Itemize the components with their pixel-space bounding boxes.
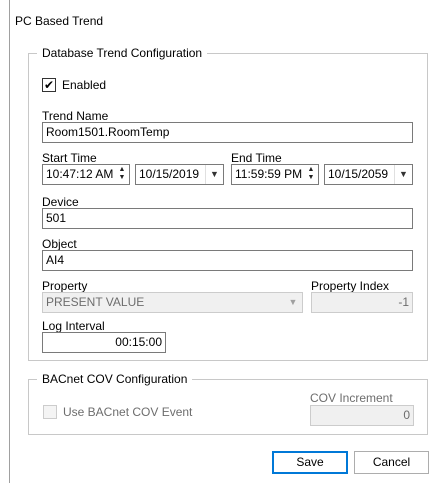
chevron-down-icon[interactable]: ▼ bbox=[284, 293, 302, 312]
log-interval-input[interactable]: 00:15:00 bbox=[42, 332, 166, 353]
start-time-input[interactable]: 10:47:12 AM ▲ ▼ bbox=[42, 164, 130, 185]
end-time-input[interactable]: 11:59:59 PM ▲ ▼ bbox=[231, 164, 319, 185]
end-time-label: End Time bbox=[231, 151, 282, 165]
start-date-picker[interactable]: 10/15/2019 ▼ bbox=[135, 164, 224, 185]
end-time-spinner[interactable]: ▲ ▼ bbox=[305, 166, 317, 183]
database-trend-legend: Database Trend Configuration bbox=[42, 46, 203, 60]
property-index-input[interactable]: -1 bbox=[311, 292, 413, 313]
end-date-picker[interactable]: 10/15/2059 ▼ bbox=[324, 164, 413, 185]
spin-down-icon[interactable]: ▼ bbox=[116, 174, 128, 182]
object-input[interactable]: AI4 bbox=[42, 250, 413, 271]
start-time-spinner[interactable]: ▲ ▼ bbox=[116, 166, 128, 183]
chevron-down-icon[interactable]: ▼ bbox=[205, 165, 223, 184]
enabled-label[interactable]: Enabled bbox=[62, 78, 106, 92]
cov-increment-label: COV Increment bbox=[310, 391, 393, 405]
start-time-label: Start Time bbox=[42, 151, 97, 165]
bacnet-cov-legend: BACnet COV Configuration bbox=[42, 372, 188, 386]
end-date-value: 10/15/2059 bbox=[328, 167, 389, 181]
object-label: Object bbox=[42, 237, 77, 251]
enabled-checkbox[interactable]: ✔ bbox=[42, 78, 56, 92]
device-label: Device bbox=[42, 195, 79, 209]
use-cov-checkbox[interactable] bbox=[43, 405, 57, 419]
use-cov-label[interactable]: Use BACnet COV Event bbox=[63, 405, 192, 419]
spin-up-icon[interactable]: ▲ bbox=[305, 166, 317, 174]
database-trend-group: Database Trend Configuration bbox=[28, 46, 428, 361]
window-title: PC Based Trend bbox=[15, 14, 104, 28]
property-value: PRESENT VALUE bbox=[46, 295, 145, 309]
start-date-value: 10/15/2019 bbox=[139, 167, 200, 181]
start-time-value: 10:47:12 AM bbox=[46, 167, 114, 181]
cancel-button[interactable]: Cancel bbox=[354, 451, 429, 474]
cov-increment-input[interactable]: 0 bbox=[310, 405, 414, 426]
log-interval-label: Log Interval bbox=[42, 319, 105, 333]
spin-down-icon[interactable]: ▼ bbox=[305, 174, 317, 182]
trend-name-input[interactable]: Room1501.RoomTemp bbox=[42, 122, 413, 143]
chevron-down-icon[interactable]: ▼ bbox=[394, 165, 412, 184]
spin-up-icon[interactable]: ▲ bbox=[116, 166, 128, 174]
property-label: Property bbox=[42, 279, 88, 293]
property-index-label: Property Index bbox=[311, 279, 390, 293]
checkmark-icon: ✔ bbox=[43, 78, 55, 92]
property-dropdown[interactable]: PRESENT VALUE ▼ bbox=[42, 292, 303, 313]
device-input[interactable]: 501 bbox=[42, 208, 413, 229]
trend-name-label: Trend Name bbox=[42, 109, 109, 123]
end-time-value: 11:59:59 PM bbox=[235, 167, 303, 181]
save-button[interactable]: Save bbox=[272, 451, 348, 474]
